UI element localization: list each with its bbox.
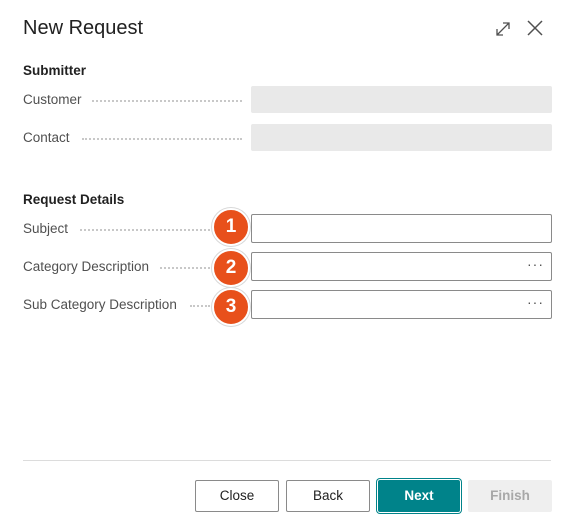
callout-badge-3: 3: [212, 288, 250, 326]
close-icon[interactable]: [526, 19, 544, 37]
section-heading-submitter: Submitter: [23, 63, 87, 78]
next-button[interactable]: Next: [378, 480, 460, 512]
subcategory-lookup-button[interactable]: ···: [527, 294, 544, 310]
customer-field: [251, 86, 552, 113]
subcategory-label: Sub Category Description: [23, 297, 177, 312]
category-input[interactable]: ···: [251, 252, 552, 281]
callout-badge-2: 2: [212, 249, 250, 287]
leader-dots: [82, 138, 242, 140]
section-heading-request-details: Request Details: [23, 192, 125, 207]
leader-dots: [80, 229, 210, 231]
leader-dots: [190, 305, 210, 307]
leader-dots: [160, 267, 210, 269]
subject-input[interactable]: [251, 214, 552, 243]
customer-label: Customer: [23, 92, 82, 107]
subject-label: Subject: [23, 221, 69, 236]
contact-field: [251, 124, 552, 151]
close-button[interactable]: Close: [195, 480, 279, 512]
category-lookup-button[interactable]: ···: [527, 256, 544, 272]
dialog-title: New Request: [23, 17, 144, 39]
footer-divider: [23, 460, 551, 461]
expand-icon[interactable]: [494, 20, 512, 38]
contact-label: Contact: [23, 130, 70, 145]
finish-button: Finish: [468, 480, 552, 512]
leader-dots: [92, 100, 242, 102]
category-label: Category Description: [23, 259, 150, 274]
callout-badge-1: 1: [212, 208, 250, 246]
subcategory-input[interactable]: ···: [251, 290, 552, 319]
back-button[interactable]: Back: [286, 480, 370, 512]
